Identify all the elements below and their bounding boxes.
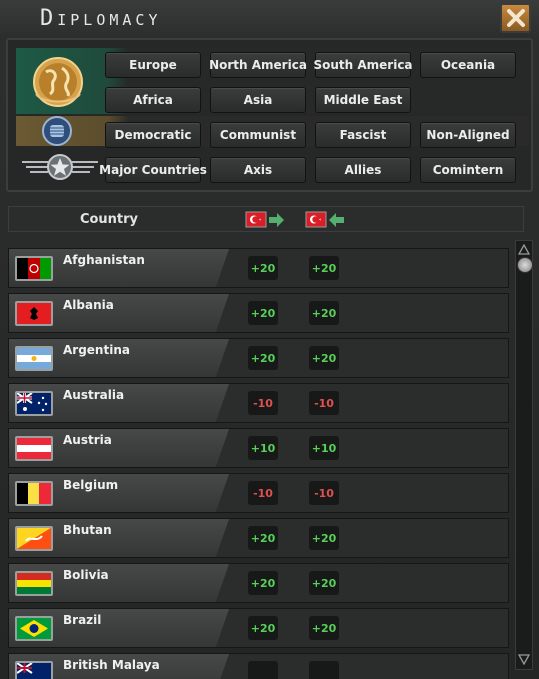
outgoing-opinion-value: +20 (248, 526, 278, 550)
country-row[interactable]: Brazil +20 +20 (8, 608, 509, 648)
filter-democratic-button[interactable]: Democratic (105, 122, 201, 148)
country-name: Australia (63, 388, 125, 402)
country-name: Afghanistan (63, 253, 145, 267)
filter-south-america-button[interactable]: South America (313, 52, 413, 78)
country-name: Brazil (63, 613, 102, 627)
country-name: Belgium (63, 478, 119, 492)
incoming-opinion-value: +10 (309, 436, 339, 460)
filter-non-aligned-button[interactable]: Non-Aligned (420, 122, 516, 148)
outgoing-opinion-value: -10 (248, 481, 278, 505)
incoming-opinion-value (309, 661, 339, 679)
albania-flag (15, 301, 53, 326)
filter-middle-east-button[interactable]: Middle East (315, 87, 411, 113)
close-icon (506, 9, 525, 27)
country-row[interactable]: Australia -10 -10 (8, 383, 509, 423)
window-title: Diplomacy (40, 6, 162, 31)
incoming-opinion-value: -10 (309, 391, 339, 415)
filter-panel: Europe North America South America Ocean… (6, 38, 533, 192)
outgoing-opinion-value: +20 (248, 256, 278, 280)
afghanistan-flag (15, 256, 53, 281)
scroll-down-icon[interactable] (518, 653, 530, 665)
outgoing-opinion-value: +10 (248, 436, 278, 460)
filter-axis-button[interactable]: Axis (210, 157, 306, 183)
column-header: Country (8, 206, 524, 232)
country-name: Albania (63, 298, 114, 312)
incoming-opinion-value: +20 (309, 571, 339, 595)
outgoing-opinion-value: +20 (248, 616, 278, 640)
country-row[interactable]: Bolivia +20 +20 (8, 563, 509, 603)
incoming-opinion-value: -10 (309, 481, 339, 505)
filter-oceania-button[interactable]: Oceania (420, 52, 516, 78)
incoming-opinion-value: +20 (309, 301, 339, 325)
diplomacy-window: Diplomacy Europe North America South Ame… (0, 0, 539, 679)
country-name: Bolivia (63, 568, 109, 582)
outgoing-opinion-value: +20 (248, 301, 278, 325)
country-row[interactable]: British Malaya (8, 653, 509, 679)
outgoing-opinion-value: -10 (248, 391, 278, 415)
scroll-up-icon[interactable] (518, 244, 530, 256)
country-column-header[interactable]: Country (9, 207, 209, 231)
filter-fascist-button[interactable]: Fascist (315, 122, 411, 148)
incoming-opinion-value: +20 (309, 616, 339, 640)
title-bar: Diplomacy (0, 0, 539, 40)
austria-flag (15, 436, 53, 461)
outgoing-opinion-value (248, 661, 278, 679)
british-malaya-flag (15, 661, 53, 679)
scroll-thumb[interactable] (517, 257, 533, 273)
country-name: Austria (63, 433, 112, 447)
filter-allies-button[interactable]: Allies (315, 157, 411, 183)
country-row[interactable]: Afghanistan +20 +20 (8, 248, 509, 288)
fist-icon (42, 116, 72, 146)
list-scrollbar[interactable] (515, 240, 533, 670)
filter-north-america-button[interactable]: North America (209, 52, 307, 78)
country-list: Afghanistan +20 +20 Albania +20 +20 Arge… (0, 238, 515, 679)
incoming-opinion-icon[interactable] (305, 210, 345, 230)
incoming-opinion-value: +20 (309, 256, 339, 280)
country-row[interactable]: Austria +10 +10 (8, 428, 509, 468)
filter-communist-button[interactable]: Communist (210, 122, 306, 148)
belgium-flag (15, 481, 53, 506)
star-wings-icon (22, 154, 98, 180)
country-name: British Malaya (63, 658, 160, 672)
brazil-flag (15, 616, 53, 641)
outgoing-opinion-icon[interactable] (245, 210, 285, 230)
filter-europe-button[interactable]: Europe (105, 52, 201, 78)
close-button[interactable] (500, 3, 531, 33)
filter-africa-button[interactable]: Africa (105, 87, 201, 113)
country-row[interactable]: Bhutan +20 +20 (8, 518, 509, 558)
incoming-opinion-value: +20 (309, 346, 339, 370)
globe-icon (33, 57, 83, 107)
country-row[interactable]: Argentina +20 +20 (8, 338, 509, 378)
incoming-opinion-value: +20 (309, 526, 339, 550)
argentina-flag (15, 346, 53, 371)
filter-comintern-button[interactable]: Comintern (420, 157, 516, 183)
country-name: Argentina (63, 343, 130, 357)
country-name: Bhutan (63, 523, 112, 537)
outgoing-opinion-value: +20 (248, 571, 278, 595)
filter-major-countries-button[interactable]: Major Countries (99, 157, 207, 183)
bhutan-flag (15, 526, 53, 551)
country-row[interactable]: Belgium -10 -10 (8, 473, 509, 513)
country-row[interactable]: Albania +20 +20 (8, 293, 509, 333)
bolivia-flag (15, 571, 53, 596)
filter-asia-button[interactable]: Asia (210, 87, 306, 113)
outgoing-opinion-value: +20 (248, 346, 278, 370)
australia-flag (15, 391, 53, 416)
